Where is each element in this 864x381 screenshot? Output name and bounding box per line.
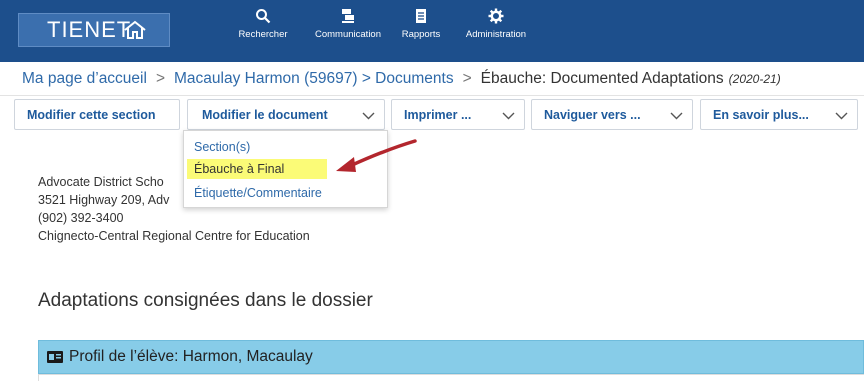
breadcrumb-current: Ébauche: Documented Adaptations (480, 70, 724, 87)
nav-communication[interactable]: Communication (310, 8, 386, 54)
chevron-down-icon (835, 112, 848, 120)
nav-reports[interactable]: Rapports (398, 8, 444, 54)
home-icon (124, 20, 146, 39)
communication-icon (342, 9, 354, 23)
address-line: 3521 Highway 209, Adv (38, 193, 170, 207)
tienet-logo[interactable]: TIENET (18, 13, 170, 47)
toolbar-divider (0, 95, 864, 96)
profile-content (38, 374, 864, 381)
search-icon (256, 9, 271, 24)
page-heading: Adaptations consignées dans le dossier (38, 290, 373, 311)
breadcrumb-year: (2020-21) (728, 72, 781, 86)
profile-title: Profil de l’élève: Harmon, Macaulay (69, 348, 313, 365)
nav-search[interactable]: Rechercher (236, 8, 290, 54)
menu-item-sections[interactable]: Section(s) (194, 140, 250, 154)
breadcrumb-separator: > (462, 70, 472, 87)
breadcrumb-home-link[interactable]: Ma page d’accueil (22, 70, 147, 88)
reports-icon (416, 9, 426, 23)
chevron-down-icon (502, 112, 515, 120)
learn-more-dropdown[interactable]: En savoir plus... (700, 99, 858, 130)
menu-item-draft-to-final[interactable]: Ébauche à Final (194, 162, 284, 176)
breadcrumb: Ma page d’accueil > Macaulay Harmon (596… (22, 70, 781, 90)
menu-item-label-comment[interactable]: Étiquette/Commentaire (194, 186, 322, 200)
print-dropdown[interactable]: Imprimer ... (391, 99, 525, 130)
annotation-arrow (336, 139, 417, 172)
navigate-to-dropdown[interactable]: Naviguer vers ... (531, 99, 693, 130)
address-line: Advocate District Scho (38, 175, 164, 189)
address-line: (902) 392-3400 (38, 211, 124, 225)
gear-icon (488, 8, 504, 24)
chevron-down-icon (670, 112, 683, 120)
id-card-icon (47, 351, 63, 363)
breadcrumb-student-link[interactable]: Macaulay Harmon (59697) > Documents (174, 70, 454, 88)
nav-administration[interactable]: Administration (460, 8, 532, 54)
breadcrumb-separator: > (155, 70, 166, 87)
edit-section-button[interactable]: Modifier cette section (14, 99, 180, 130)
address-line: Chignecto-Central Regional Centre for Ed… (38, 229, 310, 243)
logo-text: TIENET (47, 17, 132, 42)
edit-document-dropdown[interactable]: Modifier le document (187, 99, 385, 130)
top-nav-bar: TIENET Rechercher Communication Rapports (0, 0, 864, 62)
chevron-down-icon (362, 112, 375, 120)
student-profile-section[interactable]: Profil de l’élève: Harmon, Macaulay (38, 340, 864, 374)
